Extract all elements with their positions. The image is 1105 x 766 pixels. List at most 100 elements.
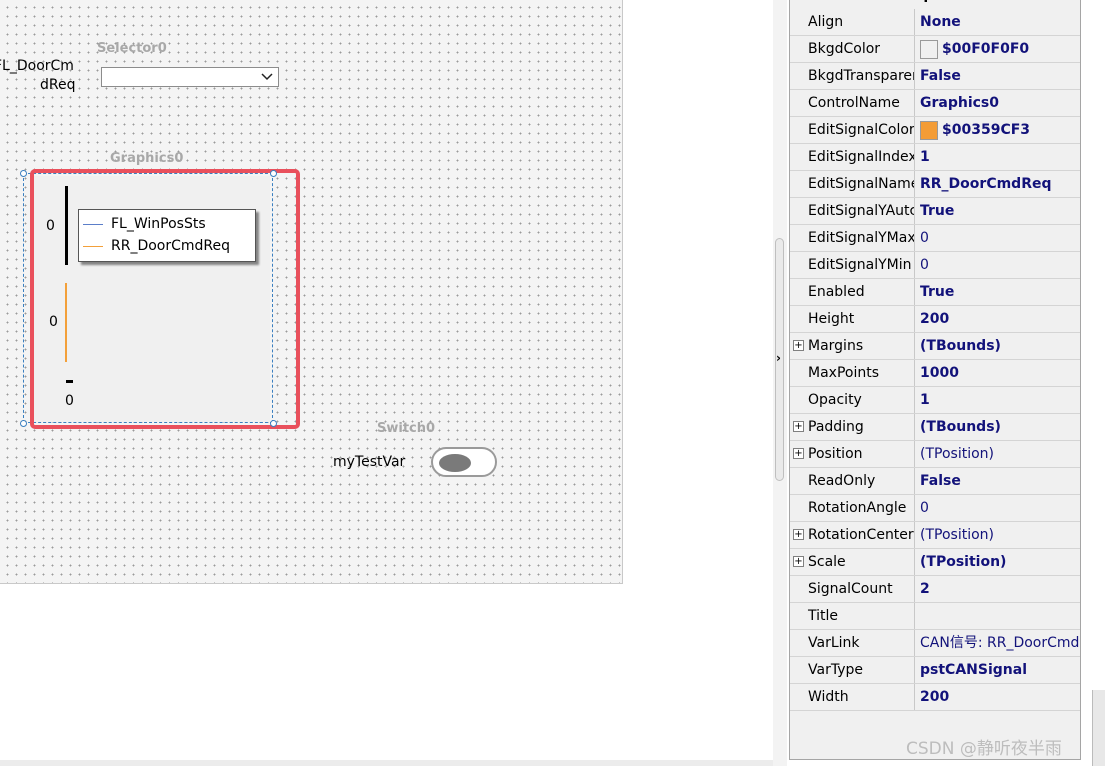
property-name-text: RotationAngle — [808, 500, 907, 516]
property-name: EditSignalColor — [790, 117, 915, 143]
property-value[interactable]: True — [916, 198, 1080, 224]
property-name: + Margins — [790, 333, 915, 359]
property-row[interactable]: RotationAngle 0 — [790, 495, 1080, 522]
collapse-arrow-icon[interactable]: › — [776, 351, 781, 365]
expand-plus-icon[interactable]: + — [793, 340, 804, 351]
property-row[interactable]: + RotationCenter (TPosition) — [790, 522, 1080, 549]
watermark: CSDN @静听夜半雨 — [906, 739, 1062, 759]
property-name-text: EditSignalYMax — [808, 230, 915, 246]
property-value[interactable]: None — [916, 9, 1080, 35]
property-value-text: True — [920, 284, 955, 300]
property-name-text: Height — [808, 311, 855, 327]
property-value[interactable]: CAN信号: RR_DoorCmd — [916, 630, 1080, 656]
property-row[interactable]: Height 200 — [790, 306, 1080, 333]
property-row[interactable]: BkgdColor $00F0F0F0 — [790, 36, 1080, 63]
property-row[interactable]: EditSignalYMax 0 — [790, 225, 1080, 252]
property-row[interactable]: EditSignalIndex 1 — [790, 144, 1080, 171]
property-name-text: BkgdColor — [808, 41, 881, 57]
property-row[interactable]: Title — [790, 603, 1080, 630]
switch-var-label: myTestVar — [333, 454, 406, 470]
legend-item: FL_WinPosSts — [83, 214, 206, 234]
property-value-text: (TBounds) — [920, 338, 1001, 354]
property-value[interactable]: $00F0F0F0 — [916, 36, 1080, 62]
selector-var-label-line1: FL_DoorCm — [0, 58, 74, 74]
property-name: + Padding — [790, 414, 915, 440]
property-row[interactable]: EditSignalYMin 0 — [790, 252, 1080, 279]
property-row[interactable]: + Margins (TBounds) — [790, 333, 1080, 360]
property-name: + Position — [790, 441, 915, 467]
property-value[interactable]: 0 — [916, 225, 1080, 251]
property-value[interactable]: False — [916, 468, 1080, 494]
expand-plus-icon[interactable]: + — [793, 556, 804, 567]
toggle-switch[interactable] — [431, 447, 497, 477]
selector-dropdown[interactable] — [101, 67, 279, 87]
property-value[interactable]: (TPosition) — [916, 441, 1080, 467]
selector-control-name: Selector0 — [97, 41, 167, 56]
expand-plus-icon[interactable]: + — [793, 421, 804, 432]
property-value[interactable]: False — [916, 63, 1080, 89]
property-name-text: SignalCount — [808, 581, 893, 597]
property-row[interactable]: EditSignalName RR_DoorCmdReq — [790, 171, 1080, 198]
resize-handle-bottom-left[interactable] — [20, 420, 27, 427]
property-value[interactable]: (TBounds) — [916, 333, 1080, 359]
resize-handle-top-right[interactable] — [270, 170, 277, 177]
property-name: Align — [790, 9, 915, 35]
property-name: MaxPoints — [790, 360, 915, 386]
property-row[interactable]: VarLink CAN信号: RR_DoorCmd — [790, 630, 1080, 657]
property-value[interactable]: True — [916, 279, 1080, 305]
property-value[interactable]: 2 — [916, 576, 1080, 602]
property-row[interactable]: Opacity 1 — [790, 387, 1080, 414]
property-name-text: MaxPoints — [808, 365, 879, 381]
property-row[interactable]: MaxPoints 1000 — [790, 360, 1080, 387]
property-value[interactable]: $00359CF3 — [916, 117, 1080, 143]
y-tick-signal-1: 0 — [46, 218, 55, 234]
property-name-text: Align — [808, 14, 844, 30]
property-value[interactable]: 0 — [916, 495, 1080, 521]
property-row[interactable]: ControlName Graphics0 — [790, 90, 1080, 117]
property-value-text: 2 — [920, 581, 930, 597]
switch-knob[interactable] — [439, 454, 471, 472]
property-value-text: pstCANSignal — [920, 662, 1027, 678]
property-value[interactable]: RR_DoorCmdReq — [916, 171, 1080, 197]
property-value[interactable]: (TPosition) — [916, 549, 1080, 575]
property-value[interactable]: 200 — [916, 684, 1080, 710]
property-value[interactable]: 1000 — [916, 360, 1080, 386]
graphics-control-name: Graphics0 — [110, 151, 184, 166]
property-value[interactable]: 0 — [916, 252, 1080, 278]
property-name: Enabled — [790, 279, 915, 305]
property-value[interactable] — [916, 603, 1080, 629]
property-value[interactable]: 200 — [916, 306, 1080, 332]
property-value-text: 0 — [920, 500, 929, 516]
resize-handle-top-left[interactable] — [20, 170, 27, 177]
property-row[interactable]: + Position (TPosition) — [790, 441, 1080, 468]
property-row[interactable]: BkgdTransparer False — [790, 63, 1080, 90]
property-row[interactable]: EditSignalColor $00359CF3 — [790, 117, 1080, 144]
property-row[interactable]: ReadOnly False — [790, 468, 1080, 495]
property-value[interactable]: 1 — [916, 144, 1080, 170]
property-value[interactable]: 1 — [916, 387, 1080, 413]
property-value[interactable]: (TPosition) — [916, 522, 1080, 548]
property-value-text: 200 — [920, 311, 950, 327]
property-row[interactable]: Width 200 — [790, 684, 1080, 711]
property-row[interactable]: + Scale (TPosition) — [790, 549, 1080, 576]
property-row[interactable]: + Padding (TBounds) — [790, 414, 1080, 441]
expand-plus-icon[interactable]: + — [793, 529, 804, 540]
property-name-text: EditSignalColor — [808, 122, 915, 138]
property-name: EditSignalYMax — [790, 225, 915, 251]
legend-item: RR_DoorCmdReq — [83, 236, 230, 256]
property-row[interactable]: Enabled True — [790, 279, 1080, 306]
property-name: SignalCount — [790, 576, 915, 602]
property-value[interactable]: Graphics0 — [916, 90, 1080, 116]
expand-plus-icon[interactable]: + — [793, 448, 804, 459]
property-row[interactable]: Align None — [790, 9, 1080, 36]
property-row[interactable]: VarType pstCANSignal — [790, 657, 1080, 684]
property-name-text: Scale — [808, 554, 846, 570]
property-row[interactable]: EditSignalYAutc True — [790, 198, 1080, 225]
property-value[interactable]: (TBounds) — [916, 414, 1080, 440]
chevron-down-icon — [261, 73, 273, 81]
resize-handle-bottom-right[interactable] — [270, 420, 277, 427]
property-name: Opacity — [790, 387, 915, 413]
chart-legend: FL_WinPosSts RR_DoorCmdReq — [78, 209, 256, 262]
property-value[interactable]: pstCANSignal — [916, 657, 1080, 683]
property-row[interactable]: SignalCount 2 — [790, 576, 1080, 603]
